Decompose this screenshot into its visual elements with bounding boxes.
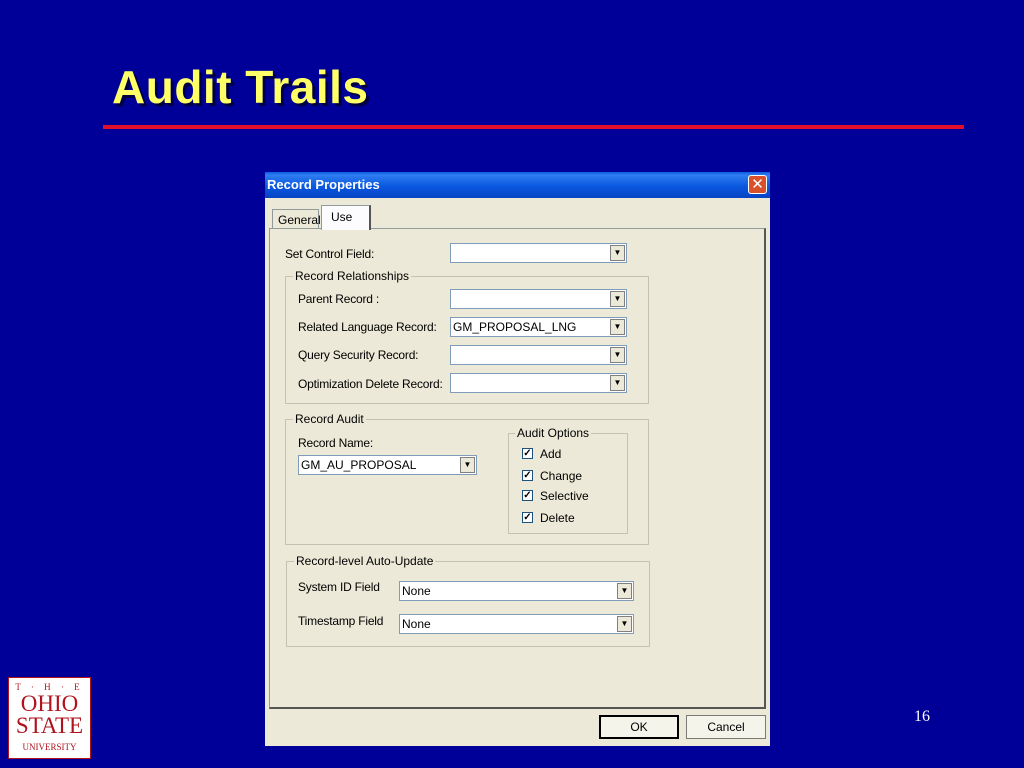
delete-checkbox[interactable]: ✓ [522, 512, 533, 523]
ohio-state-logo: T · H · E OHIO STATE UNIVERSITY [8, 677, 91, 759]
title-divider [103, 125, 964, 129]
delete-checkbox-label: Delete [540, 511, 575, 525]
chevron-down-icon[interactable]: ▼ [610, 291, 625, 307]
parent-record-label: Parent Record : [298, 292, 380, 306]
tab-general[interactable]: General [272, 209, 321, 229]
record-audit-legend: Record Audit [293, 412, 366, 426]
related-language-record-select[interactable]: GM_PROPOSAL_LNG ▼ [450, 317, 627, 337]
dialog-titlebar[interactable]: Record Properties ✕ [265, 172, 770, 198]
query-security-record-label: Query Security Record: [298, 348, 419, 362]
parent-record-select[interactable]: ▼ [450, 289, 627, 309]
logo-ohio: OHIO [20, 691, 79, 716]
system-id-field-select[interactable]: None ▼ [399, 581, 634, 601]
system-id-field-value: None [402, 584, 431, 598]
timestamp-field-select[interactable]: None ▼ [399, 614, 634, 634]
page-number: 16 [914, 708, 930, 725]
tab-use[interactable]: Use [321, 205, 371, 230]
change-checkbox-label: Change [540, 469, 583, 483]
set-control-field-label: Set Control Field: [285, 247, 375, 261]
cancel-button[interactable]: Cancel [686, 715, 766, 739]
ok-button[interactable]: OK [599, 715, 679, 739]
record-name-value: GM_AU_PROPOSAL [301, 458, 417, 472]
query-security-record-select[interactable]: ▼ [450, 345, 627, 365]
chevron-down-icon[interactable]: ▼ [610, 319, 625, 335]
dialog-title: Record Properties [267, 177, 380, 192]
slide-title: Audit Trails [112, 61, 369, 113]
record-name-select[interactable]: GM_AU_PROPOSAL ▼ [298, 455, 477, 475]
selective-checkbox-label: Selective [540, 489, 589, 503]
chevron-down-icon[interactable]: ▼ [610, 245, 625, 261]
chevron-down-icon[interactable]: ▼ [610, 347, 625, 363]
record-name-label: Record Name: [298, 436, 373, 450]
related-language-record-label: Related Language Record: [298, 320, 437, 334]
chevron-down-icon[interactable]: ▼ [460, 457, 475, 473]
optimization-delete-record-label: Optimization Delete Record: [298, 377, 443, 391]
record-properties-dialog: Record Properties ✕ General Use Set Cont… [265, 172, 770, 746]
logo-state: STATE [15, 713, 84, 738]
timestamp-field-value: None [402, 617, 431, 631]
auto-update-group: Record-level Auto-Update [286, 554, 650, 647]
record-relationships-legend: Record Relationships [293, 269, 412, 283]
optimization-delete-record-select[interactable]: ▼ [450, 373, 627, 393]
system-id-field-label: System ID Field [298, 580, 380, 594]
logo-university: UNIVERSITY [22, 742, 77, 752]
chevron-down-icon[interactable]: ▼ [610, 375, 625, 391]
close-button[interactable]: ✕ [748, 175, 767, 194]
auto-update-legend: Record-level Auto-Update [294, 554, 436, 568]
audit-options-legend: Audit Options [515, 426, 592, 440]
add-checkbox[interactable]: ✓ [522, 448, 533, 459]
chevron-down-icon[interactable]: ▼ [617, 616, 632, 632]
selective-checkbox[interactable]: ✓ [522, 490, 533, 501]
close-icon: ✕ [751, 175, 764, 193]
add-checkbox-label: Add [540, 447, 562, 461]
timestamp-field-label: Timestamp Field [298, 614, 384, 628]
related-language-record-value: GM_PROPOSAL_LNG [453, 320, 577, 334]
set-control-field-select[interactable]: ▼ [450, 243, 627, 263]
change-checkbox[interactable]: ✓ [522, 470, 533, 481]
chevron-down-icon[interactable]: ▼ [617, 583, 632, 599]
